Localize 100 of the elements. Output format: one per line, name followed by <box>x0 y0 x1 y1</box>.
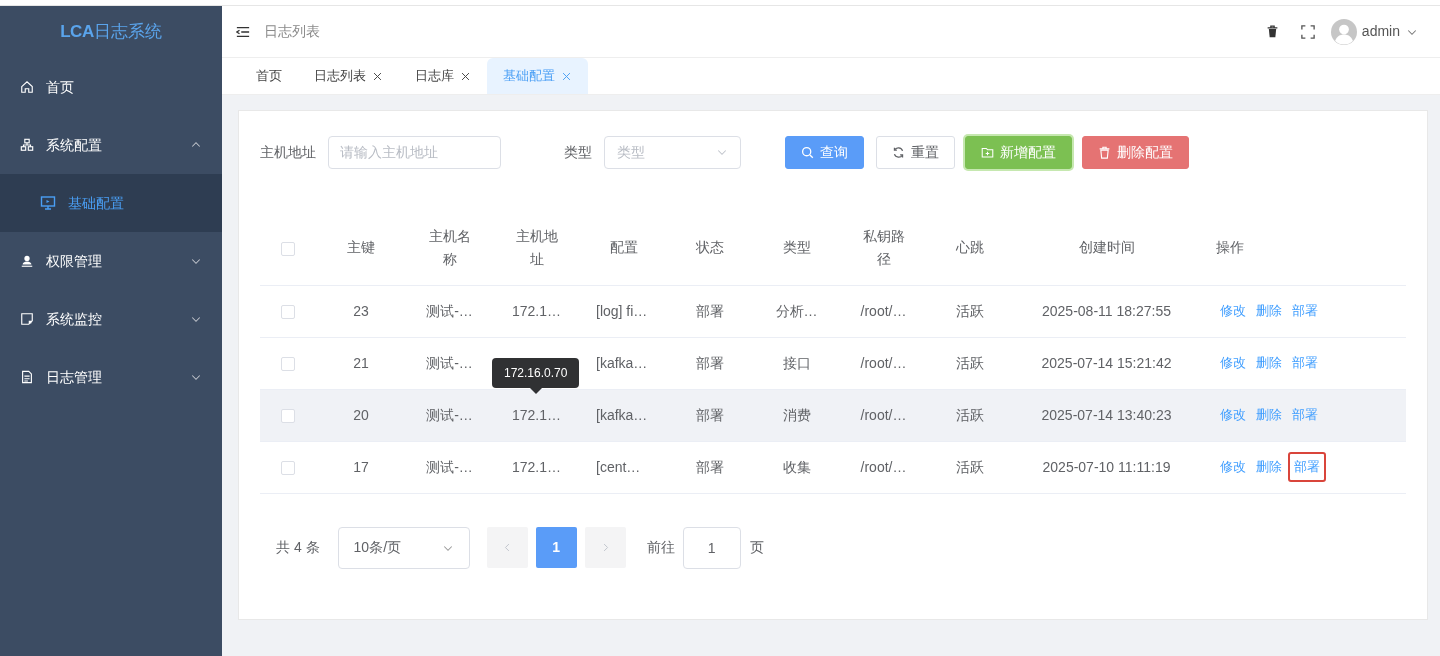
column-header: 创建时间 <box>1078 238 1135 258</box>
user-menu[interactable]: admin <box>1361 21 1418 42</box>
column-header: 心跳 <box>956 238 984 258</box>
action-link[interactable]: 部署 <box>1288 298 1322 324</box>
checkbox[interactable] <box>281 356 295 371</box>
table-cell: 活跃 <box>956 406 984 423</box>
table-cell: 2025-07-14 15:21:42 <box>1041 354 1172 371</box>
table-cell: 测试-… <box>426 302 473 319</box>
table-cell: /root/… <box>860 302 907 319</box>
column-header: 主机名称 <box>427 226 472 269</box>
table-row[interactable]: 17 测试-… 172.1… [cent… 部署 收集 /root/… 活跃 2025-07-10 11:11:19 修改 删除 部署 <box>260 441 1406 493</box>
folder-plus-icon <box>981 145 994 159</box>
table-cell: /root/… <box>860 354 907 371</box>
goto-label: 前往 <box>646 538 675 557</box>
goto-suffix: 页 <box>749 538 764 557</box>
column-header: 状态 <box>695 238 725 258</box>
action-link[interactable]: 部署 <box>1288 402 1322 428</box>
menu-item[interactable]: 权限管理 <box>0 232 222 290</box>
tab[interactable]: 首页 <box>240 58 298 94</box>
table-cell: 172.1… <box>511 406 561 423</box>
close-icon <box>561 70 572 82</box>
tooltip: 172.16.0.70 <box>492 358 580 394</box>
action-link[interactable]: 修改 <box>1216 298 1250 324</box>
monitor-icon <box>40 195 56 211</box>
checkbox[interactable] <box>281 304 295 319</box>
action-link[interactable]: 部署 <box>1288 350 1322 376</box>
table-cell: 172.1… <box>511 302 561 319</box>
page-input[interactable]: 1 <box>682 526 741 569</box>
table-cell: 2025-07-10 11:11:19 <box>1042 458 1171 475</box>
select-field[interactable]: 类型 <box>604 135 741 169</box>
column-header: 主键 <box>347 238 375 258</box>
action-link[interactable]: 删除 <box>1252 454 1286 480</box>
column-header: 类型 <box>781 238 812 258</box>
table-cell: 分析… <box>775 302 818 319</box>
table-cell: [cent… <box>596 458 641 475</box>
screen-icon <box>20 312 34 326</box>
filter-label: 类型 <box>564 142 592 162</box>
table-cell: 2025-07-14 13:40:23 <box>1041 406 1172 423</box>
breadcrumb[interactable]: 日志列表 <box>264 21 1266 42</box>
sitemap-icon <box>20 138 34 152</box>
refresh-icon <box>892 145 905 159</box>
table-cell: 部署 <box>696 302 724 319</box>
app-title: 日志系统 <box>93 21 162 44</box>
table-cell: [kafka… <box>596 406 648 423</box>
action-button[interactable]: 重置 <box>876 135 955 169</box>
action-link[interactable]: 删除 <box>1252 298 1286 324</box>
checkbox[interactable] <box>281 241 295 256</box>
table-cell: 部署 <box>696 406 724 423</box>
menu-icon <box>236 24 250 39</box>
table-cell: 消费 <box>782 406 811 423</box>
fullscreen-icon <box>1300 24 1315 39</box>
table-row[interactable]: 23 测试-… 172.1… [log] fi… 部署 分析… /root/… 活跃 2025-08-11 18:27:55 修改 删除 部署 <box>260 285 1406 337</box>
column-header: 配置 <box>608 238 639 258</box>
page-button[interactable]: 1 <box>535 527 577 568</box>
table-cell: 20 <box>353 406 369 423</box>
menu-item[interactable]: 系统配置 <box>0 116 222 174</box>
action-button[interactable]: 删除配置 <box>1082 135 1189 169</box>
menu-item[interactable]: 日志管理 <box>0 348 222 406</box>
tab[interactable]: 基础配置 <box>487 58 588 94</box>
trash-icon <box>1265 25 1279 38</box>
table-cell: 172.1… <box>511 458 561 475</box>
close-icon <box>372 70 383 82</box>
submenu-item[interactable]: 基础配置 <box>0 174 222 232</box>
total-count: 共 4 条 <box>276 538 320 557</box>
column-header: 主机地址 <box>514 226 559 269</box>
action-link[interactable]: 修改 <box>1216 454 1250 480</box>
page-size-select[interactable]: 10条/页 <box>337 526 470 569</box>
action-link[interactable]: 修改 <box>1216 402 1250 428</box>
trash-icon <box>1098 145 1111 159</box>
table-cell: 测试-… <box>426 354 473 371</box>
table-cell: 活跃 <box>956 302 984 319</box>
tab[interactable]: 日志库 <box>399 58 487 94</box>
input-field[interactable]: 请输入主机地址 <box>328 135 501 169</box>
filter-label: 主机地址 <box>260 142 316 162</box>
column-header: 操作 <box>1216 238 1244 258</box>
table-cell: 部署 <box>696 458 724 475</box>
checkbox[interactable] <box>281 460 295 475</box>
action-link[interactable]: 删除 <box>1252 350 1286 376</box>
action-link[interactable]: 部署 <box>1288 452 1326 482</box>
action-link[interactable]: 修改 <box>1216 350 1250 376</box>
previous-page-button[interactable] <box>486 527 528 568</box>
table-cell: 17 <box>353 458 369 475</box>
table-cell: [log] fi… <box>596 302 648 319</box>
logo-mark: LCA <box>60 21 94 44</box>
action-button[interactable]: 新增配置 <box>965 135 1072 169</box>
checkbox[interactable] <box>281 408 295 423</box>
action-button[interactable]: 查询 <box>785 135 864 169</box>
table-cell: 收集 <box>782 458 811 475</box>
action-link[interactable]: 删除 <box>1252 402 1286 428</box>
user-icon <box>20 254 34 268</box>
table-cell: /root/… <box>860 406 907 423</box>
search-icon <box>801 145 814 159</box>
menu-item[interactable]: 首页 <box>0 58 222 116</box>
avatar-icon <box>1330 18 1357 45</box>
table-cell: [kafka… <box>596 354 648 371</box>
tab[interactable]: 日志列表 <box>298 58 399 94</box>
menu-item[interactable]: 系统监控 <box>0 290 222 348</box>
next-page-button[interactable] <box>584 527 626 568</box>
table-cell: 测试-… <box>426 458 473 475</box>
table-cell: 接口 <box>782 354 811 371</box>
